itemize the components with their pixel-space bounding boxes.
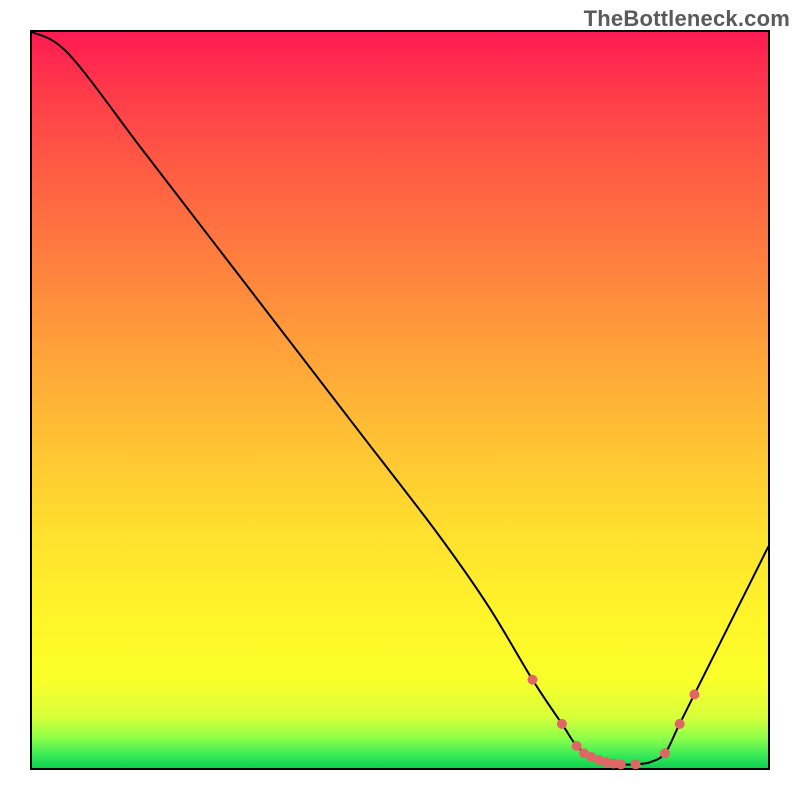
flat-markers-group (528, 675, 700, 770)
flat-marker (675, 719, 685, 729)
chart-svg (32, 32, 768, 768)
flat-marker (689, 689, 699, 699)
flat-marker (557, 719, 567, 729)
watermark-text: TheBottleneck.com (584, 6, 790, 32)
flat-marker (528, 675, 538, 685)
chart-container: TheBottleneck.com (0, 0, 800, 800)
bottleneck-curve-path (32, 32, 768, 765)
plot-frame (30, 30, 770, 770)
flat-marker (631, 759, 641, 769)
flat-marker (572, 741, 582, 751)
flat-marker (660, 748, 670, 758)
flat-marker (616, 759, 626, 769)
